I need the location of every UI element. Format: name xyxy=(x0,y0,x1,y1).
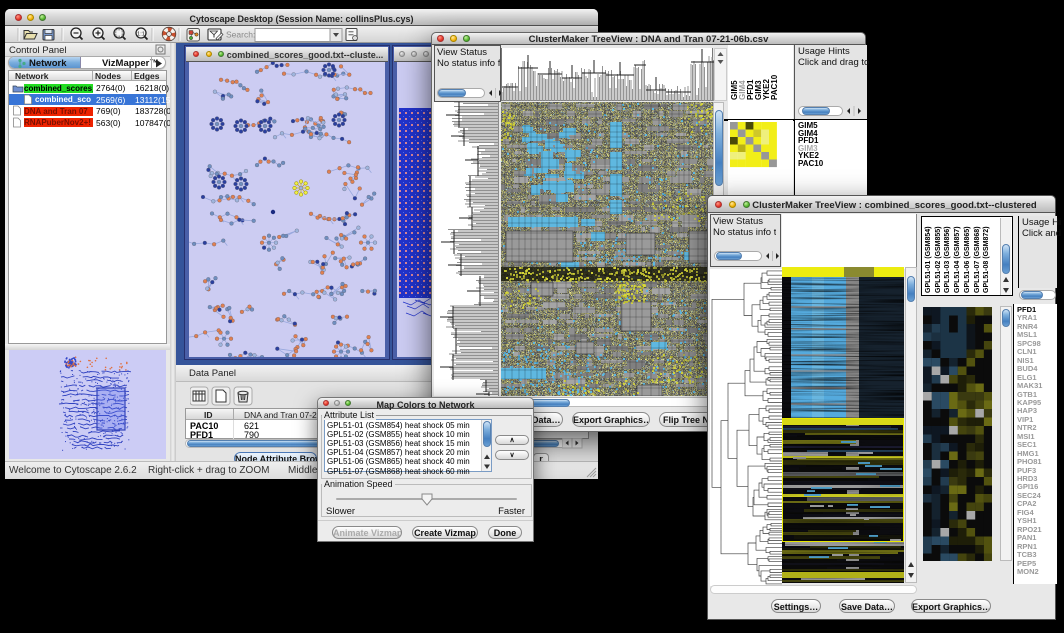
svg-text:Search:: Search: xyxy=(226,30,255,40)
svg-text:1:1: 1:1 xyxy=(137,31,145,37)
